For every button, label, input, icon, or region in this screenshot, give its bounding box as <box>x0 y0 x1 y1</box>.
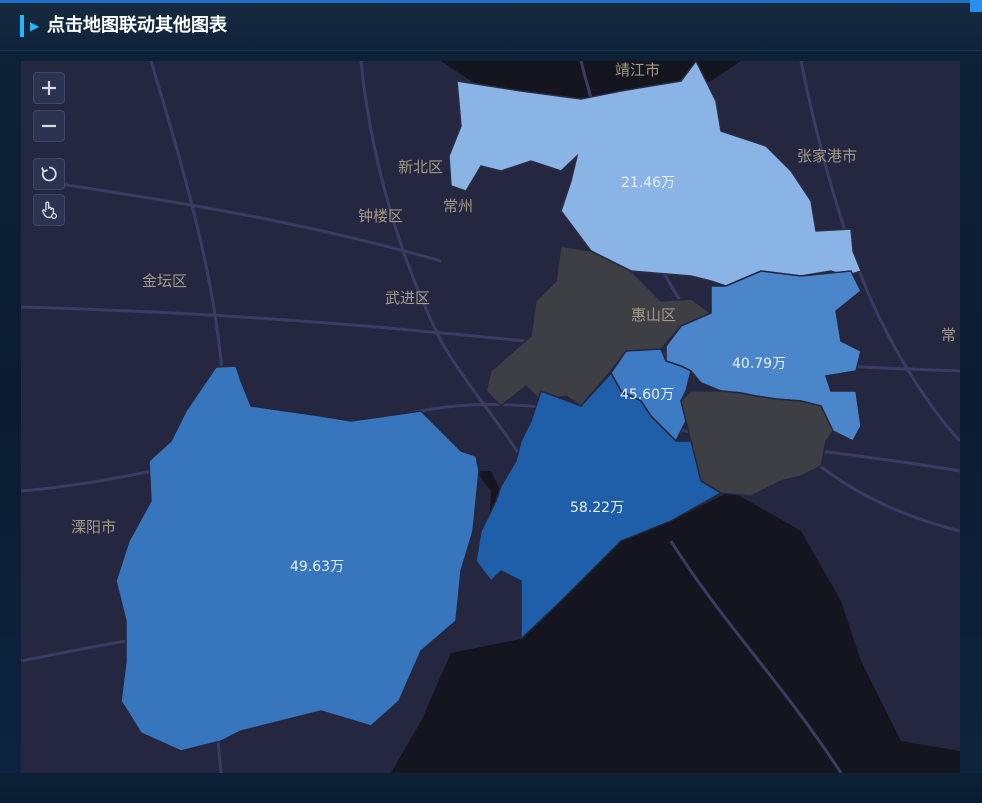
label-jingjiang: 靖江市 <box>615 61 660 79</box>
select-button[interactable] <box>33 194 65 226</box>
region-label-middle: 45.60万 <box>620 387 674 403</box>
region-label-east: 40.79万 <box>732 356 786 372</box>
label-jintan: 金坛区 <box>142 272 187 290</box>
hand-pointer-icon <box>41 201 58 220</box>
bottom-strip <box>0 773 982 803</box>
label-chang-edge: 常 <box>941 326 956 344</box>
region-north[interactable] <box>448 61 862 287</box>
label-huishan: 惠山区 <box>631 306 676 324</box>
map-panel[interactable]: 靖江市 张家港市 新北区 常州 钟楼区 金坛区 武进区 惠山区 溧阳市 常 21… <box>21 61 960 773</box>
title-accent-bar <box>20 15 24 37</box>
label-zhonglou: 钟楼区 <box>358 207 403 225</box>
label-xinbei: 新北区 <box>398 158 443 176</box>
panel-header: ▶ 点击地图联动其他图表 <box>0 0 982 51</box>
corner-decoration <box>970 0 982 12</box>
dashboard-frame: ▶ 点击地图联动其他图表 靖江市 张家港市 新北区 常州 钟楼区 金坛区 武进区… <box>0 0 982 803</box>
label-changzhou: 常州 <box>443 197 473 215</box>
top-glow-line <box>0 0 982 3</box>
chevron-right-icon: ▶ <box>30 19 40 33</box>
taihu-lake <box>391 491 960 773</box>
region-label-southwest: 49.63万 <box>290 559 344 575</box>
refresh-icon <box>41 166 57 182</box>
zoom-out-button[interactable] <box>33 110 65 142</box>
map-canvas[interactable]: 靖江市 张家港市 新北区 常州 钟楼区 金坛区 武进区 惠山区 溧阳市 常 21… <box>21 61 960 773</box>
plus-icon <box>42 81 56 95</box>
label-liyang: 溧阳市 <box>71 518 116 536</box>
zoom-in-button[interactable] <box>33 72 65 104</box>
region-label-north: 21.46万 <box>621 175 675 191</box>
region-label-south-central: 58.22万 <box>570 500 624 516</box>
label-zhangjiagang: 张家港市 <box>797 147 857 165</box>
panel-title: 点击地图联动其他图表 <box>47 15 227 36</box>
reset-button[interactable] <box>33 158 65 190</box>
label-wujin: 武进区 <box>385 289 430 307</box>
region-east-empty[interactable] <box>680 390 834 497</box>
minus-icon <box>42 124 56 128</box>
